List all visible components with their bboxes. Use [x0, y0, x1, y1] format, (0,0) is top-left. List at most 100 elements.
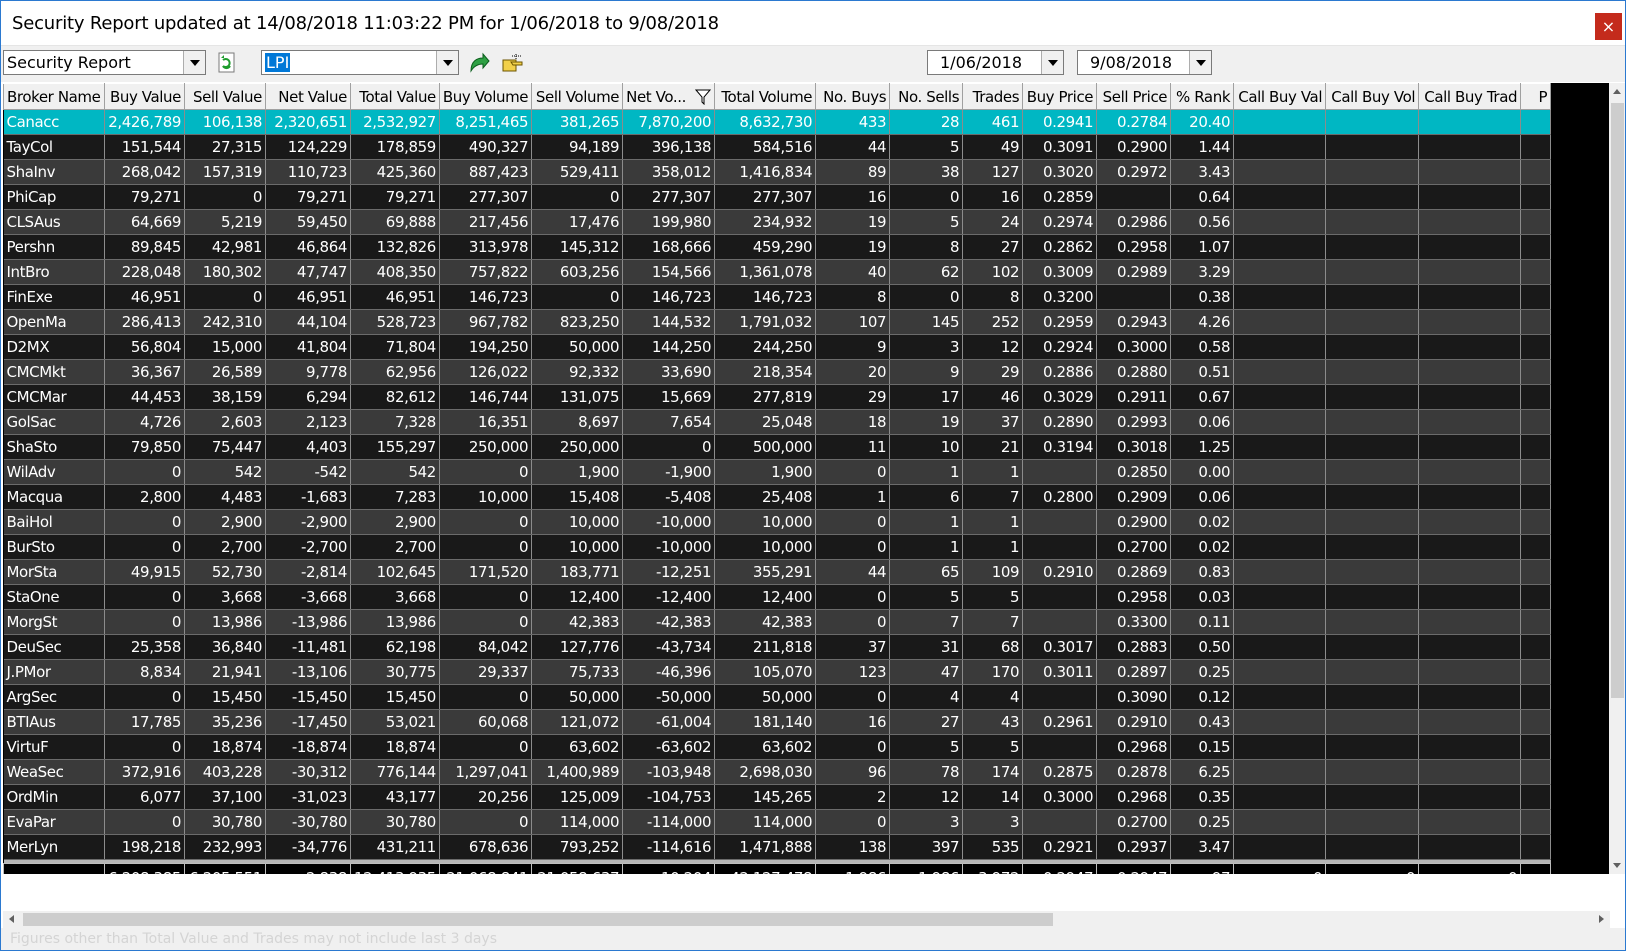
refresh-icon[interactable]	[215, 51, 239, 75]
scroll-right-icon[interactable]	[1593, 911, 1610, 928]
table-row[interactable]: FinExe 46,951 0 46,951 46,951 146,723 0 146,723…	[3, 284, 1552, 310]
date-from-picker[interactable]: 1/06/2018	[927, 50, 1064, 75]
table-row[interactable]: TayCol 151,544 27,315 124,229 178,859 490,327…	[3, 134, 1552, 160]
table-cell: 0.2972	[1096, 159, 1172, 185]
table-row[interactable]: Macqua 2,800 4,483 -1,683 7,283 10,000 15,408-…	[3, 484, 1552, 510]
column-header[interactable]: Buy Price	[1022, 83, 1098, 110]
table-row[interactable]: WilAdv 0 542 -542 542 0 1,900 -1,900 1,900 0 1 1 0.2…	[3, 459, 1552, 485]
chevron-down-icon[interactable]	[436, 51, 458, 74]
table-row[interactable]: DeuSec 25,358 36,840 -11,481 62,198 84,042 127…	[3, 634, 1552, 660]
vertical-scrollbar[interactable]	[1609, 83, 1626, 874]
table-cell	[1325, 409, 1420, 435]
table-cell: 29	[815, 384, 891, 410]
table-cell: 3.43	[1170, 159, 1235, 185]
table-row[interactable]: IntBro 228,048 180,302 47,747 408,350 757,822…	[3, 259, 1552, 285]
column-header[interactable]: Buy Value	[104, 83, 185, 110]
broker-grid[interactable]: Broker Name Buy Value Sell Value Net Value T…	[3, 83, 1610, 874]
column-header[interactable]: Total Volume	[714, 83, 817, 110]
table-row[interactable]: BaiHol 0 2,900 -2,900 2,900 0 10,000 -10,000 10,…	[3, 509, 1552, 535]
column-header[interactable]: P	[1520, 83, 1552, 110]
broker-name-cell: IntBro	[3, 259, 105, 285]
table-row[interactable]: WeaSec 372,916 403,228 -30,312 776,144 1,297,…	[3, 759, 1552, 785]
table-row[interactable]: BurSto 0 2,700 -2,700 2,700 0 10,000 -10,000 10,…	[3, 534, 1552, 560]
column-header[interactable]: Broker Name	[3, 83, 105, 110]
table-row[interactable]: D2MX 56,804 15,000 41,804 71,804 194,250 50,00…	[3, 334, 1552, 360]
chevron-down-icon[interactable]	[183, 51, 205, 74]
table-cell	[1418, 784, 1522, 810]
table-row[interactable]: MorgSt 0 13,986 -13,986 13,986 0 42,383 -42,383…	[3, 609, 1552, 635]
scroll-thumb[interactable]	[23, 913, 1053, 926]
stock-code-select[interactable]: LPI	[261, 50, 459, 75]
table-cell	[1022, 459, 1098, 485]
table-cell: 11	[815, 434, 891, 460]
table-row[interactable]: VirtuF 0 18,874 -18,874 18,874 0 63,602 -63,602…	[3, 734, 1552, 760]
column-header-label: Sell Volume	[535, 87, 620, 106]
table-row[interactable]: PhiCap 79,271 0 79,271 79,271 277,307 0 277,307…	[3, 184, 1552, 210]
filter-icon[interactable]	[695, 89, 712, 105]
table-cell: 96	[815, 759, 891, 785]
close-button[interactable]: ×	[1595, 13, 1622, 40]
column-header[interactable]: No. Sells	[889, 83, 964, 110]
table-row[interactable]: EvaPar 0 30,780 -30,780 30,780 0 114,000 -114,0…	[3, 809, 1552, 835]
table-row[interactable]: StaOne 0 3,668 -3,668 3,668 0 12,400 -12,400 12,…	[3, 584, 1552, 610]
table-row[interactable]: MorSta 49,915 52,730 -2,814 102,645 171,520 18…	[3, 559, 1552, 585]
column-header[interactable]: Call Buy Vol	[1325, 83, 1420, 110]
table-row[interactable]: CLSAus 64,669 5,219 59,450 69,888 217,456 17,4…	[3, 209, 1552, 235]
column-header[interactable]: No. Buys	[815, 83, 891, 110]
report-type-select[interactable]: Security Report	[3, 50, 206, 75]
table-cell	[1418, 209, 1522, 235]
table-cell: 38,159	[184, 384, 266, 410]
table-row[interactable]: MerLyn 198,218 232,993 -34,776 431,211 678,63…	[3, 834, 1552, 860]
table-cell: 0.3020	[1022, 159, 1098, 185]
table-row[interactable]: J.PMor 8,834 21,941 -13,106 30,775 29,337 75,7…	[3, 659, 1552, 685]
table-cell: 0.38	[1170, 284, 1235, 310]
column-header[interactable]: Net Value	[265, 83, 351, 110]
column-header[interactable]: Net Vo...	[622, 83, 716, 110]
horizontal-scrollbar[interactable]	[3, 911, 1610, 928]
table-cell	[1233, 384, 1327, 410]
table-cell: 0.2859	[1022, 184, 1098, 210]
table-cell	[1233, 634, 1327, 660]
table-row[interactable]: ShaInv 268,042 157,319 110,723 425,360 887,42…	[3, 159, 1552, 185]
column-header[interactable]: Total Value	[350, 83, 440, 110]
table-row[interactable]: Pershn 89,845 42,981 46,864 132,826 313,978 14…	[3, 234, 1552, 260]
table-row[interactable]: CMCMar 44,453 38,159 6,294 82,612 146,744 131,…	[3, 384, 1552, 410]
date-to-picker[interactable]: 9/08/2018	[1077, 50, 1212, 75]
table-row[interactable]: Canacc 2,426,789 106,138 2,320,651 2,532,927…	[3, 109, 1552, 135]
column-header[interactable]: % Rank	[1170, 83, 1235, 110]
column-header[interactable]: Sell Price	[1096, 83, 1172, 110]
column-header[interactable]: Sell Volume	[531, 83, 624, 110]
table-cell: 2,900	[184, 509, 266, 535]
column-header[interactable]: Sell Value	[184, 83, 266, 110]
scroll-up-icon[interactable]	[1609, 83, 1626, 100]
pointer-hand-icon[interactable]	[501, 51, 525, 75]
table-row[interactable]: OpenMa 286,413 242,310 44,104 528,723 967,782…	[3, 309, 1552, 335]
table-cell: 89,845	[104, 234, 185, 260]
go-arrow-icon[interactable]	[467, 51, 491, 75]
column-header[interactable]: Call Buy Trad	[1418, 83, 1522, 110]
table-cell	[1418, 584, 1522, 610]
table-cell: -114,000	[622, 809, 716, 835]
column-header[interactable]: Call Buy Val	[1233, 83, 1327, 110]
scroll-down-icon[interactable]	[1609, 857, 1626, 874]
table-cell: 5,219	[184, 209, 266, 235]
table-row[interactable]: GolSac 4,726 2,603 2,123 7,328 16,351 8,697 7,6…	[3, 409, 1552, 435]
table-cell: 79,271	[265, 184, 351, 210]
table-cell: 44	[815, 134, 891, 160]
table-cell: 26,589	[184, 359, 266, 385]
chevron-down-icon[interactable]	[1041, 51, 1063, 74]
scroll-left-icon[interactable]	[3, 911, 20, 928]
column-header[interactable]: Trades	[962, 83, 1024, 110]
table-cell: 8,697	[531, 409, 624, 435]
table-row[interactable]: OrdMin 6,077 37,100 -31,023 43,177 20,256 125,…	[3, 784, 1552, 810]
table-cell: 0.25	[1170, 809, 1235, 835]
column-header[interactable]: Buy Volume	[438, 83, 533, 110]
table-row[interactable]: ShaSto 79,850 75,447 4,403 155,297 250,000 250…	[3, 434, 1552, 460]
table-row[interactable]: ArgSec 0 15,450 -15,450 15,450 0 50,000 -50,000…	[3, 684, 1552, 710]
chevron-down-icon[interactable]	[1189, 51, 1211, 74]
scroll-thumb[interactable]	[1611, 103, 1624, 698]
column-header-label: Broker Name	[7, 87, 101, 106]
table-cell: 0.25	[1170, 659, 1235, 685]
table-row[interactable]: BTIAus 17,785 35,236 -17,450 53,021 60,068 121…	[3, 709, 1552, 735]
table-row[interactable]: CMCMkt 36,367 26,589 9,778 62,956 126,022 92,3…	[3, 359, 1552, 385]
